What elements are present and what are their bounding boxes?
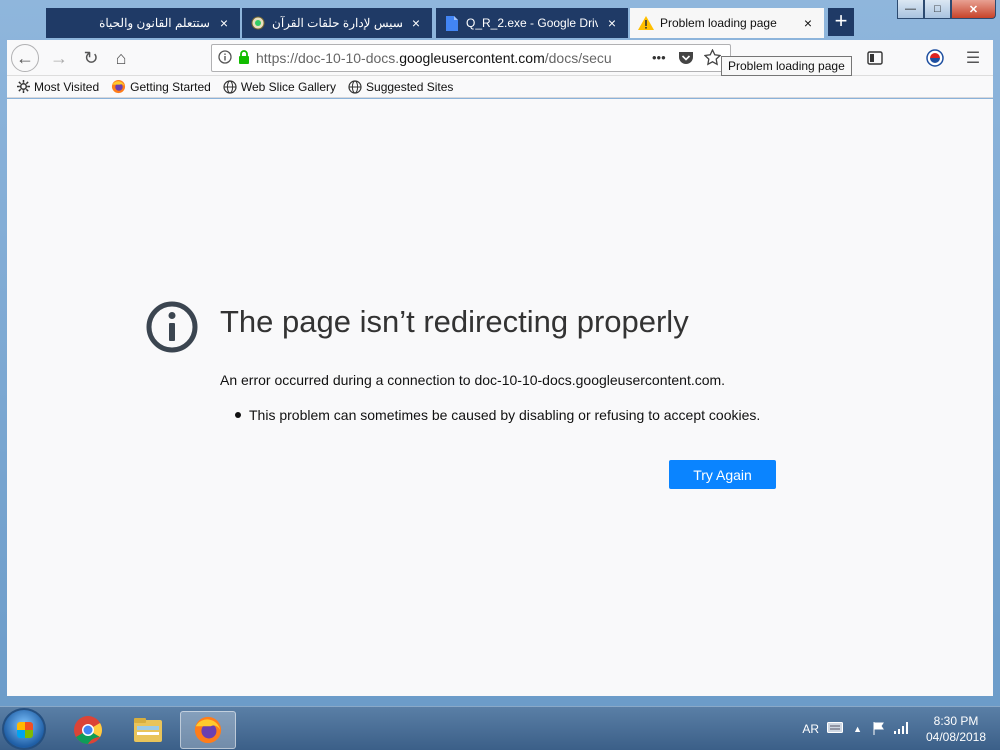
tab-3[interactable]: Q_R_2.exe - Google Drive × bbox=[436, 8, 628, 38]
new-tab-button[interactable]: + bbox=[828, 8, 854, 36]
error-description: An error occurred during a connection to… bbox=[220, 372, 726, 388]
clock-time: 8:30 PM bbox=[933, 714, 979, 728]
browser-window: ستتعلم القانون والحياة × مطلوب أكسيس لإد… bbox=[0, 0, 1000, 706]
site-favicon-icon bbox=[250, 15, 266, 31]
taskbar-firefox[interactable] bbox=[180, 711, 236, 749]
pocket-icon[interactable] bbox=[678, 50, 694, 69]
tab-label: Q_R_2.exe - Google Drive bbox=[466, 16, 598, 30]
tab-label: مطلوب أكسيس لإدارة حلقات القرآن bbox=[272, 16, 402, 30]
folder-icon bbox=[134, 718, 162, 742]
tab-1[interactable]: ستتعلم القانون والحياة × bbox=[46, 8, 240, 38]
error-bullet-text: This problem can sometimes be caused by … bbox=[249, 407, 761, 423]
bookmark-label: Getting Started bbox=[130, 79, 211, 94]
bookmark-label: Web Slice Gallery bbox=[240, 79, 337, 94]
tab-label: Problem loading page bbox=[660, 16, 777, 30]
info-icon bbox=[146, 301, 198, 353]
windows-logo-icon bbox=[17, 722, 33, 738]
forward-button[interactable]: → bbox=[45, 44, 73, 72]
try-again-button[interactable]: Try Again bbox=[669, 460, 776, 489]
tab-problem-loading[interactable]: Problem loading page × bbox=[630, 8, 824, 38]
url-prefix: https://doc-10-10-docs. bbox=[256, 50, 400, 66]
maximize-button[interactable]: □ bbox=[924, 0, 951, 19]
bookmark-most-visited[interactable]: Most Visited bbox=[17, 80, 99, 94]
tab-2[interactable]: مطلوب أكسيس لإدارة حلقات القرآن × bbox=[242, 8, 432, 38]
language-indicator[interactable]: AR bbox=[802, 722, 819, 736]
menu-button[interactable]: ☰ bbox=[959, 44, 987, 72]
home-button[interactable]: ⌂ bbox=[107, 44, 135, 72]
lock-icon[interactable] bbox=[238, 49, 250, 67]
back-button[interactable]: ← bbox=[11, 44, 39, 72]
sidebar-icon[interactable] bbox=[861, 44, 889, 72]
bookmark-getting-started[interactable]: Getting Started bbox=[111, 79, 211, 94]
firefox-icon bbox=[194, 716, 222, 744]
action-center-flag-icon[interactable] bbox=[872, 721, 886, 738]
taskbar-chrome[interactable] bbox=[60, 711, 116, 749]
system-tray: AR ▲ 8:30 PM 04/08/2018 bbox=[802, 707, 1000, 750]
close-icon[interactable]: × bbox=[800, 15, 816, 31]
error-page: The page isn’t redirecting properly An e… bbox=[7, 99, 993, 696]
firefox-icon bbox=[112, 79, 126, 94]
extension-icon[interactable] bbox=[921, 44, 949, 72]
chrome-icon bbox=[74, 716, 102, 744]
system-clock[interactable]: 8:30 PM 04/08/2018 bbox=[922, 713, 990, 745]
globe-icon bbox=[223, 79, 237, 94]
warning-icon bbox=[638, 15, 654, 31]
google-docs-icon bbox=[444, 15, 460, 31]
bullet-icon bbox=[235, 412, 241, 418]
bookmark-web-slice-gallery[interactable]: Web Slice Gallery bbox=[223, 80, 336, 94]
close-icon[interactable]: × bbox=[604, 15, 620, 31]
tab-strip: ستتعلم القانون والحياة × مطلوب أكسيس لإد… bbox=[0, 0, 1000, 40]
globe-icon bbox=[348, 79, 362, 94]
bookmarks-toolbar: Most Visited Getting Started Web Slice G… bbox=[7, 76, 993, 98]
minimize-button[interactable]: — bbox=[897, 0, 924, 19]
tab-tooltip: Problem loading page bbox=[721, 56, 852, 76]
tab-label: ستتعلم القانون والحياة bbox=[99, 16, 210, 30]
bookmark-label: Most Visited bbox=[34, 79, 100, 94]
clock-date: 04/08/2018 bbox=[925, 730, 987, 744]
bookmark-suggested-sites[interactable]: Suggested Sites bbox=[348, 80, 453, 94]
close-icon[interactable]: × bbox=[408, 15, 424, 31]
url-bar[interactable]: https://doc-10-10-docs.googleusercontent… bbox=[211, 44, 731, 72]
bookmark-star-icon[interactable] bbox=[703, 48, 722, 69]
url-suffix: /docs/secu bbox=[544, 50, 612, 66]
gear-icon bbox=[17, 80, 30, 93]
network-signal-icon[interactable] bbox=[894, 721, 910, 737]
keyboard-icon[interactable] bbox=[827, 722, 844, 736]
bookmark-label: Suggested Sites bbox=[366, 79, 454, 94]
window-controls: — □ ✕ bbox=[897, 0, 996, 19]
taskbar: AR ▲ 8:30 PM 04/08/2018 bbox=[0, 706, 1000, 750]
close-icon[interactable]: × bbox=[216, 15, 232, 31]
close-window-button[interactable]: ✕ bbox=[951, 0, 996, 19]
url-text[interactable]: https://doc-10-10-docs.googleusercontent… bbox=[256, 50, 636, 66]
page-actions-button[interactable]: ••• bbox=[652, 50, 666, 65]
reload-button[interactable]: ↻ bbox=[77, 44, 105, 72]
start-button[interactable] bbox=[2, 708, 46, 750]
info-icon[interactable] bbox=[218, 49, 232, 67]
error-bullet-item: This problem can sometimes be caused by … bbox=[235, 407, 760, 423]
taskbar-explorer[interactable] bbox=[120, 711, 176, 749]
show-hidden-icons-icon[interactable]: ▲ bbox=[853, 724, 862, 734]
error-title: The page isn’t redirecting properly bbox=[220, 304, 689, 339]
url-host: googleusercontent.com bbox=[399, 50, 545, 66]
